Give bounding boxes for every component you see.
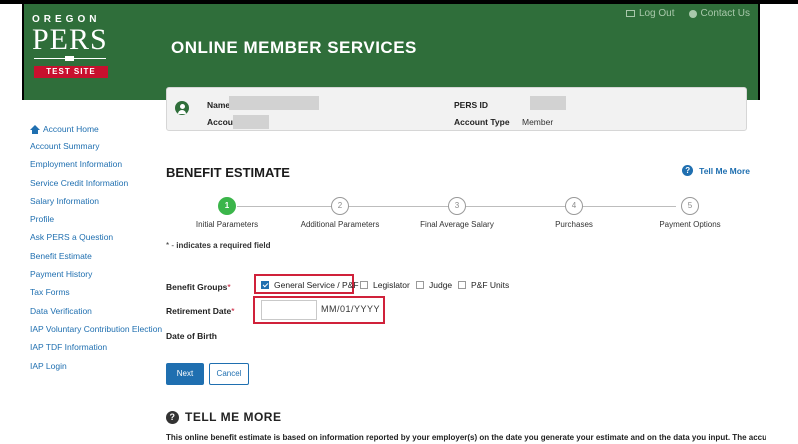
- checkbox-judge-label: Judge: [429, 280, 453, 290]
- tell-me-more-label: Tell Me More: [699, 165, 750, 176]
- sidebar-item-iap-voluntary-contribution[interactable]: IAP Voluntary Contribution Election: [30, 323, 162, 341]
- app-title: ONLINE MEMBER SERVICES: [171, 38, 417, 57]
- step-4-label: Purchases: [555, 220, 593, 229]
- step-1-circle: 1: [218, 197, 236, 215]
- sidebar-item-profile[interactable]: Profile: [30, 213, 160, 231]
- tell-me-more-body: This online benefit estimate is based on…: [166, 433, 766, 442]
- page-title: BENEFIT ESTIMATE: [166, 165, 290, 180]
- checkbox-legislator-label: Legislator: [373, 280, 410, 290]
- step-1[interactable]: 1 Initial Parameters: [167, 196, 287, 229]
- checkbox-general-service[interactable]: General Service / P&F: [261, 280, 359, 290]
- site-header: OREGON PERS TEST SITE ONLINE MEMBER SERV…: [22, 4, 760, 100]
- checkbox-unchecked-icon: [458, 281, 466, 289]
- checkbox-legislator[interactable]: Legislator: [360, 280, 410, 290]
- tell-me-more-heading: ? TELL ME MORE: [166, 410, 281, 424]
- required-asterisk: *: [231, 306, 235, 316]
- sidebar-item-iap-tdf-information[interactable]: IAP TDF Information: [30, 341, 160, 359]
- required-field-note: * - indicates a required field: [166, 241, 270, 250]
- step-1-label: Initial Parameters: [195, 220, 259, 229]
- date-of-birth-label: Date of Birth: [166, 331, 217, 341]
- progress-stepper: 1 Initial Parameters 2 Additional Parame…: [166, 196, 747, 232]
- avatar-icon: [175, 101, 189, 115]
- oregon-pers-logo[interactable]: OREGON PERS TEST SITE: [32, 14, 112, 86]
- sidebar-item-iap-login[interactable]: IAP Login: [30, 360, 160, 378]
- sidebar-item-tax-forms[interactable]: Tax Forms: [30, 286, 160, 304]
- next-button[interactable]: Next: [166, 363, 204, 385]
- pers-id-label: PERS ID: [454, 100, 489, 110]
- sidebar-item-payment-history[interactable]: Payment History: [30, 268, 160, 286]
- name-label: Name: [207, 100, 231, 110]
- step-3-label: Final Average Salary: [420, 220, 494, 229]
- required-asterisk: *: [227, 282, 231, 292]
- step-3[interactable]: 3 Final Average Salary: [397, 196, 517, 229]
- required-marker: * -: [166, 241, 174, 250]
- page: OREGON PERS TEST SITE ONLINE MEMBER SERV…: [0, 0, 798, 444]
- retirement-date-input[interactable]: [261, 300, 317, 320]
- sidebar-item-service-credit-information[interactable]: Service Credit Information: [30, 177, 160, 195]
- home-icon: [30, 124, 40, 134]
- sidebar-item-benefit-estimate[interactable]: Benefit Estimate: [30, 250, 160, 268]
- account-type-value: Member: [522, 117, 554, 127]
- benefit-groups-label-text: Benefit Groups: [166, 282, 228, 292]
- contact-us-link[interactable]: Contact Us: [688, 8, 750, 19]
- contact-icon: [688, 9, 697, 18]
- step-2[interactable]: 2 Additional Parameters: [280, 196, 400, 229]
- name-value-redacted: [229, 96, 319, 110]
- sidebar-item-label: Account Home: [43, 124, 99, 134]
- member-info-panel: Name Account PERS ID Account Type Member: [166, 87, 747, 131]
- sidebar-item-salary-information[interactable]: Salary Information: [30, 195, 160, 213]
- step-5-label: Payment Options: [659, 220, 721, 229]
- retirement-date-label: Retirement Date*: [166, 306, 235, 316]
- sidebar-item-employment-information[interactable]: Employment Information: [30, 158, 160, 176]
- step-4[interactable]: 4 Purchases: [514, 196, 634, 229]
- sidebar-item-ask-pers[interactable]: Ask PERS a Question: [30, 231, 160, 249]
- pers-id-value-redacted: [530, 96, 566, 110]
- step-2-circle: 2: [331, 197, 349, 215]
- retirement-date-label-text: Retirement Date: [166, 306, 232, 316]
- tell-me-more-heading-text: TELL ME MORE: [185, 410, 282, 424]
- benefit-groups-label: Benefit Groups*: [166, 282, 231, 292]
- header-links: Log Out Contact Us: [625, 8, 750, 19]
- checkbox-general-service-label: General Service / P&F: [274, 280, 359, 290]
- checkbox-checked-icon: [261, 281, 269, 289]
- tell-me-more-link[interactable]: ? Tell Me More: [682, 165, 750, 176]
- log-out-link[interactable]: Log Out: [625, 8, 675, 19]
- step-5[interactable]: 5 Payment Options: [630, 196, 750, 229]
- step-3-circle: 3: [448, 197, 466, 215]
- step-4-circle: 4: [565, 197, 583, 215]
- account-type-label: Account Type: [454, 117, 510, 127]
- sidebar-item-account-summary[interactable]: Account Summary: [30, 140, 160, 158]
- checkbox-pf-units-label: P&F Units: [471, 280, 510, 290]
- checkbox-pf-units[interactable]: P&F Units: [458, 280, 509, 290]
- logo-pers-text: PERS: [32, 23, 108, 56]
- date-format-hint: MM/01/YYYY: [321, 304, 381, 314]
- checkbox-unchecked-icon: [360, 281, 368, 289]
- test-site-badge: TEST SITE: [34, 66, 108, 78]
- step-5-circle: 5: [681, 197, 699, 215]
- checkbox-judge[interactable]: Judge: [416, 280, 452, 290]
- help-icon: ?: [166, 410, 179, 424]
- step-2-label: Additional Parameters: [300, 220, 380, 229]
- checkbox-unchecked-icon: [416, 281, 424, 289]
- sidebar-item-data-verification[interactable]: Data Verification: [30, 305, 160, 323]
- contact-us-label: Contact Us: [700, 8, 750, 19]
- required-note-text: indicates a required field: [176, 241, 271, 250]
- log-out-icon: [625, 10, 635, 17]
- cancel-button[interactable]: Cancel: [209, 363, 249, 385]
- help-icon: ?: [682, 165, 694, 176]
- log-out-label: Log Out: [638, 8, 675, 19]
- sidebar-nav: Account Home Account Summary Employment …: [30, 118, 162, 378]
- sidebar-item-account-home[interactable]: Account Home: [30, 118, 160, 140]
- account-value-redacted: [233, 115, 269, 129]
- logo-divider-mark: [65, 56, 74, 61]
